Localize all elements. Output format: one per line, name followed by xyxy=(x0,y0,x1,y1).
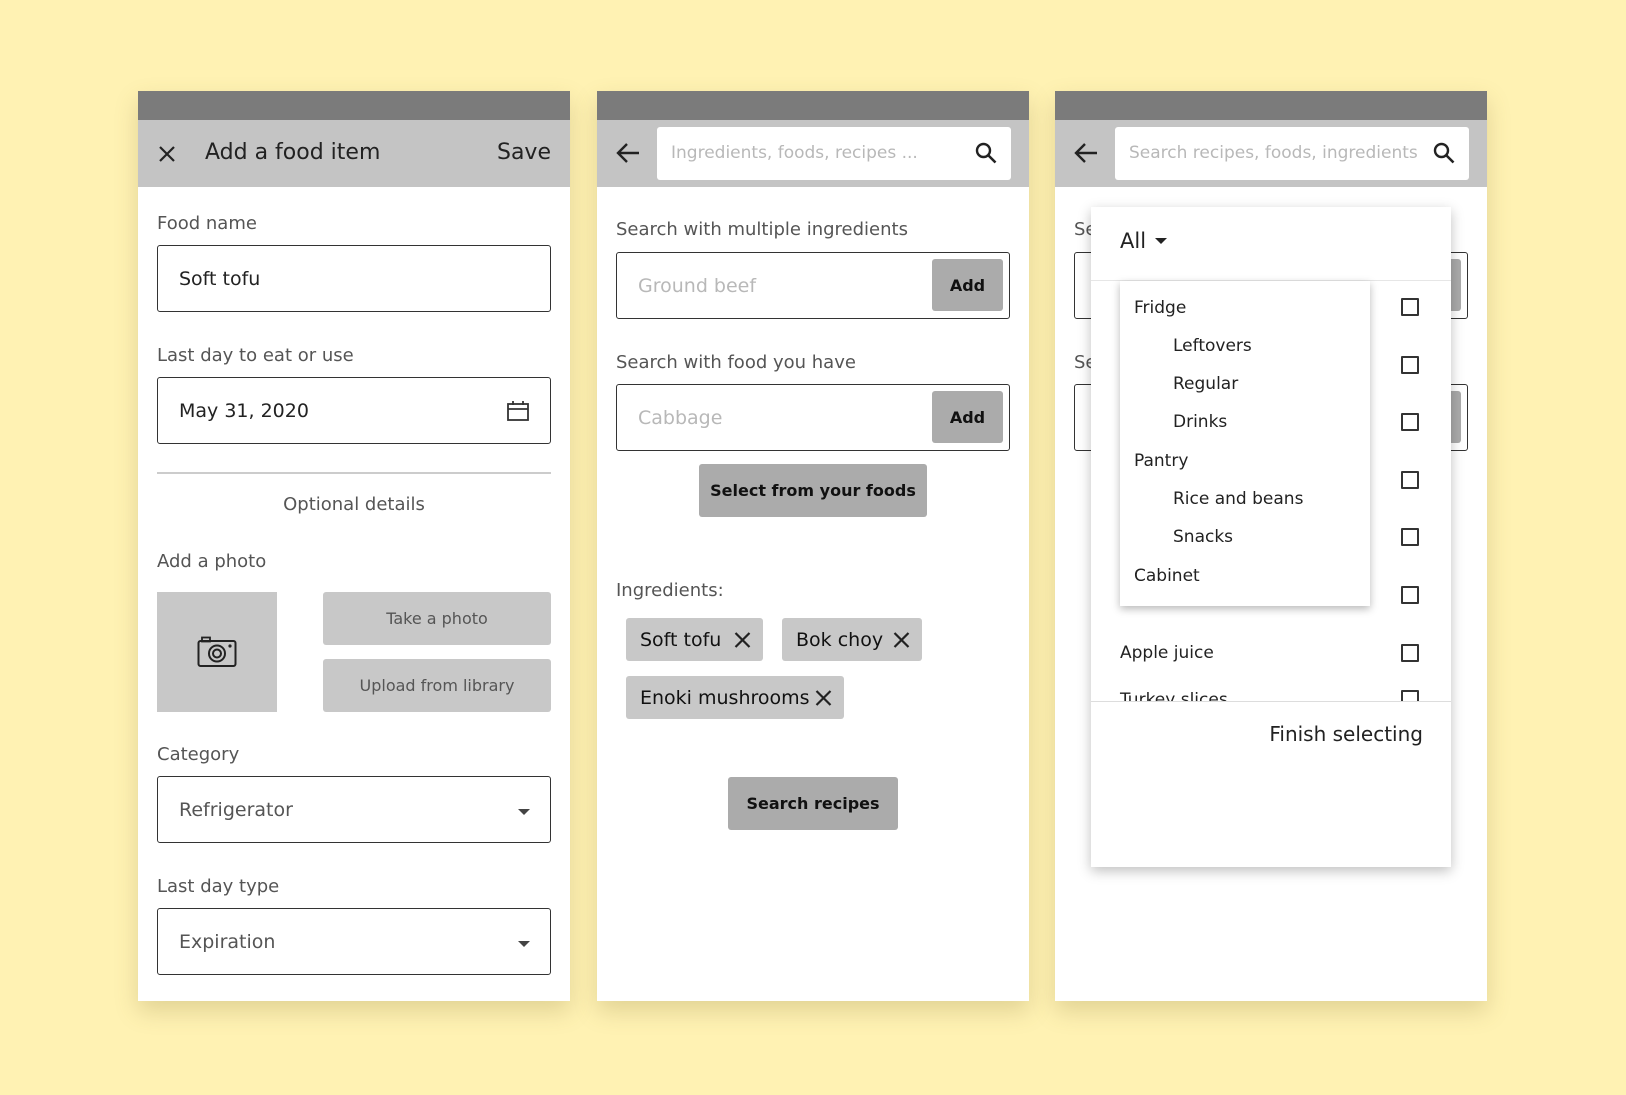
panel-divider xyxy=(1091,701,1451,702)
checkbox[interactable] xyxy=(1401,690,1419,701)
menu-item-regular[interactable]: Regular xyxy=(1173,374,1238,394)
page-title: Add a food item xyxy=(205,140,381,165)
chip-label: Soft tofu xyxy=(640,628,722,651)
menu-item-rice-and-beans[interactable]: Rice and beans xyxy=(1173,489,1303,509)
last-day-type-value: Expiration xyxy=(179,930,276,953)
filter-dropdown[interactable]: All xyxy=(1120,229,1168,253)
ingredient-chip: Enoki mushrooms xyxy=(626,676,844,719)
checkbox[interactable] xyxy=(1401,356,1419,374)
filter-value: All xyxy=(1120,229,1147,253)
food-you-have-placeholder: Cabbage xyxy=(638,406,723,429)
last-day-type-select[interactable]: Expiration xyxy=(157,908,551,975)
last-day-value: May 31, 2020 xyxy=(179,399,309,422)
food-name-label: Food name xyxy=(157,213,257,234)
category-value: Refrigerator xyxy=(179,798,293,821)
menu-item-cabinet[interactable]: Cabinet xyxy=(1134,566,1200,586)
checkbox[interactable] xyxy=(1401,471,1419,489)
app-bar: Ingredients, foods, recipes ... xyxy=(597,120,1029,187)
last-day-type-label: Last day type xyxy=(157,876,280,897)
chip-label: Enoki mushrooms xyxy=(640,686,810,709)
menu-item-leftovers[interactable]: Leftovers xyxy=(1173,336,1252,356)
menu-item-pantry[interactable]: Pantry xyxy=(1134,451,1188,471)
search-input[interactable]: Search recipes, foods, ingredients xyxy=(1115,127,1469,180)
food-you-have-input[interactable]: Cabbage Add xyxy=(616,384,1010,451)
back-arrow-icon[interactable] xyxy=(1073,141,1099,165)
caret-down-icon xyxy=(1155,238,1168,244)
save-button[interactable]: Save xyxy=(497,140,551,165)
remove-icon[interactable] xyxy=(734,631,751,648)
take-photo-button[interactable]: Take a photo xyxy=(323,592,551,645)
finish-selecting-button[interactable]: Finish selecting xyxy=(1269,722,1423,746)
menu-item-fridge[interactable]: Fridge xyxy=(1134,298,1186,318)
search-recipes-button[interactable]: Search recipes xyxy=(728,777,898,830)
search-icon[interactable] xyxy=(1433,142,1455,164)
menu-item-drinks[interactable]: Drinks xyxy=(1173,412,1227,432)
status-bar xyxy=(597,91,1029,120)
last-day-label: Last day to eat or use xyxy=(157,345,354,366)
search-placeholder: Ingredients, foods, recipes ... xyxy=(671,143,918,163)
checkbox[interactable] xyxy=(1401,298,1419,316)
camera-icon xyxy=(197,636,237,667)
upload-library-button[interactable]: Upload from library xyxy=(323,659,551,712)
search-placeholder: Search recipes, foods, ingredients xyxy=(1129,143,1418,163)
ingredient-chip: Soft tofu xyxy=(626,618,763,661)
food-you-have-label: Search with food you have xyxy=(616,352,856,373)
app-bar: Search recipes, foods, ingredients xyxy=(1055,120,1487,187)
back-arrow-icon[interactable] xyxy=(615,141,641,165)
add-food-screen: Add a food item Save Food name Soft tofu… xyxy=(138,91,570,1001)
status-bar xyxy=(138,91,570,120)
category-menu: Fridge Leftovers Regular Drinks Pantry R… xyxy=(1120,281,1370,606)
search-input[interactable]: Ingredients, foods, recipes ... xyxy=(657,127,1011,180)
ingredient-chip: Bok choy xyxy=(782,618,922,661)
list-clip: Turkey slices xyxy=(1091,687,1451,701)
category-select[interactable]: Refrigerator xyxy=(157,776,551,843)
add-ingredient-button[interactable]: Add xyxy=(932,259,1003,311)
app-bar: Add a food item Save xyxy=(138,120,570,187)
photo-placeholder[interactable] xyxy=(157,592,277,712)
food-name-input[interactable]: Soft tofu xyxy=(157,245,551,312)
remove-icon[interactable] xyxy=(815,689,832,706)
multi-ingredient-label: Search with multiple ingredients xyxy=(616,219,908,240)
select-from-foods-button[interactable]: Select from your foods xyxy=(699,464,927,517)
chevron-down-icon xyxy=(518,941,530,947)
remove-icon[interactable] xyxy=(893,631,910,648)
close-icon[interactable] xyxy=(158,145,176,163)
selection-panel: All Apple juice Turkey slices Finish sel… xyxy=(1091,207,1451,867)
add-photo-label: Add a photo xyxy=(157,551,267,572)
checkbox[interactable] xyxy=(1401,644,1419,662)
list-item-apple-juice[interactable]: Apple juice xyxy=(1120,643,1214,663)
ingredients-label: Ingredients: xyxy=(616,580,724,601)
chip-label: Bok choy xyxy=(796,628,884,651)
calendar-icon[interactable] xyxy=(507,401,529,421)
category-label: Category xyxy=(157,744,240,765)
list-item-turkey-slices[interactable]: Turkey slices xyxy=(1120,690,1228,701)
food-name-value: Soft tofu xyxy=(179,267,261,290)
filter-screen: Search recipes, foods, ingredients Se Se… xyxy=(1055,91,1487,1001)
divider xyxy=(157,472,551,474)
add-food-button[interactable]: Add xyxy=(932,391,1003,443)
optional-details-heading: Optional details xyxy=(283,494,425,515)
checkbox[interactable] xyxy=(1401,586,1419,604)
recipe-search-screen: Ingredients, foods, recipes ... Search w… xyxy=(597,91,1029,1001)
chevron-down-icon xyxy=(518,809,530,815)
checkbox[interactable] xyxy=(1401,528,1419,546)
status-bar xyxy=(1055,91,1487,120)
multi-ingredient-input[interactable]: Ground beef Add xyxy=(616,252,1010,319)
menu-item-snacks[interactable]: Snacks xyxy=(1173,527,1233,547)
multi-ingredient-placeholder: Ground beef xyxy=(638,274,757,297)
search-icon[interactable] xyxy=(975,142,997,164)
checkbox[interactable] xyxy=(1401,413,1419,431)
last-day-input[interactable]: May 31, 2020 xyxy=(157,377,551,444)
